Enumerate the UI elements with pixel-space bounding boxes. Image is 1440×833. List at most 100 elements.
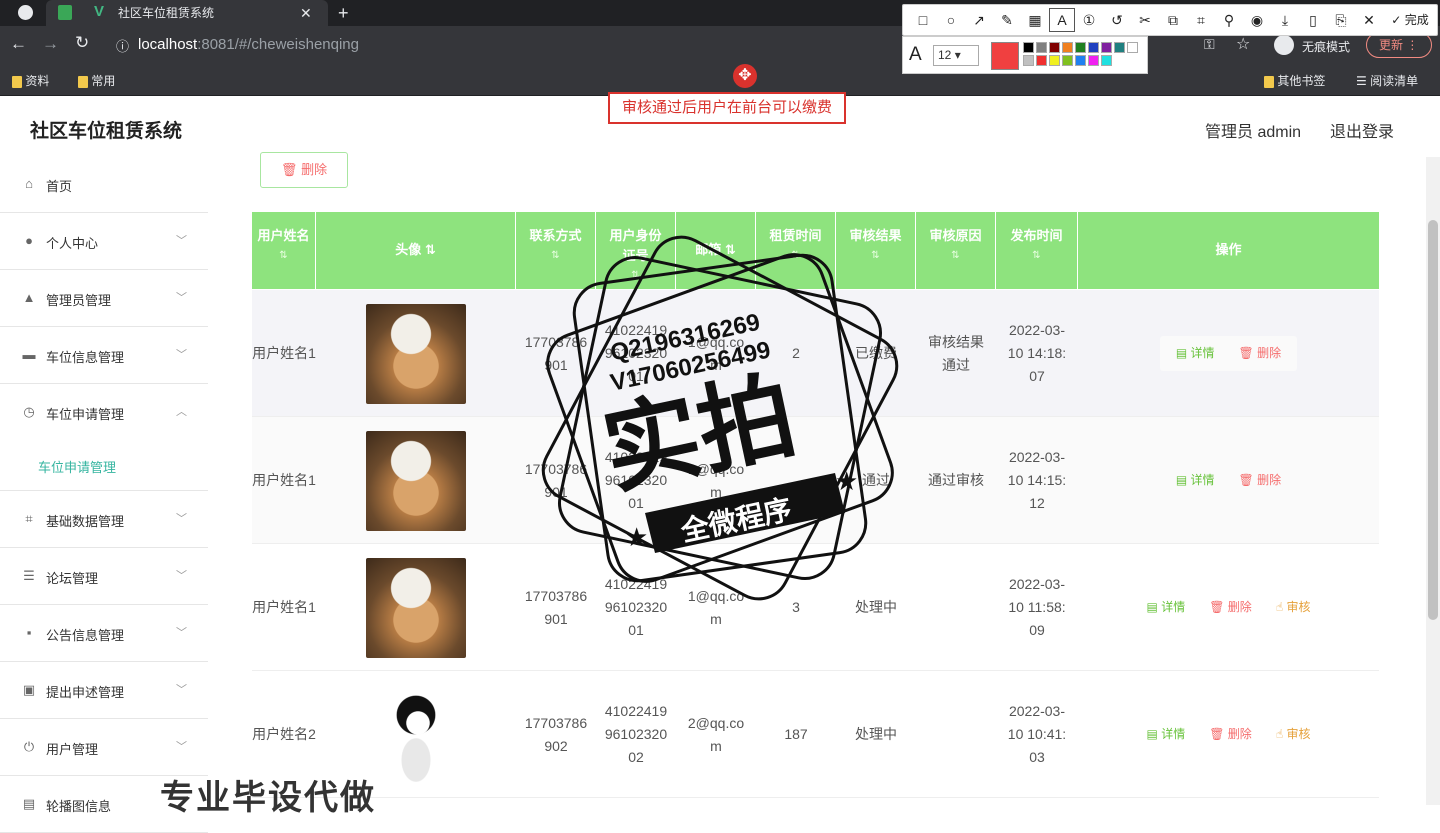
color-swatch[interactable] <box>1101 55 1112 66</box>
col-header[interactable]: 审核原因 ⇅ <box>916 212 996 289</box>
audit-button[interactable]: ☝ 审核 <box>1276 723 1311 746</box>
undo-icon[interactable]: ↺ <box>1103 5 1131 35</box>
cell-text: 通过审核 <box>928 472 984 488</box>
color-swatch[interactable] <box>1075 42 1086 53</box>
text-tool-icon[interactable]: A <box>1049 8 1075 32</box>
sort-icon[interactable]: ⇅ <box>252 246 315 266</box>
color-swatch[interactable] <box>1023 55 1034 66</box>
sort-icon[interactable]: ⇅ <box>916 246 995 266</box>
sidebar-item-profile[interactable]: ● 个人中心 ﹀ <box>0 214 208 270</box>
pin-icon[interactable]: ⚲ <box>1215 5 1243 35</box>
col-header[interactable]: 用户姓名 ⇅ <box>252 212 316 289</box>
sidebar-item-home[interactable]: ⌂ 首页 <box>0 157 208 213</box>
delete-button[interactable]: 🗑 删除 <box>1239 469 1282 492</box>
text-style-panel: A 12 ▾ <box>902 36 1148 74</box>
audit-button[interactable]: ☝ 审核 <box>1276 596 1311 619</box>
col-header[interactable]: 发布时间 ⇅ <box>996 212 1078 289</box>
move-handle-icon[interactable]: ✥ <box>733 64 757 88</box>
delete-button[interactable]: 🗑 删除 <box>1239 342 1282 365</box>
bookmark-folder-2[interactable]: 常用 <box>78 72 115 89</box>
sidebar-item-appeals[interactable]: ▣ 提出申述管理 ﹀ <box>0 663 208 719</box>
delete-button[interactable]: 🗑 删除 <box>1209 596 1252 619</box>
current-color-swatch[interactable] <box>991 42 1019 70</box>
sidebar-item-label: 提出申述管理 <box>46 685 125 700</box>
scrollbar-thumb[interactable] <box>1428 220 1438 620</box>
callout-note[interactable]: 审核通过后用户在前台可以缴费 <box>608 92 846 124</box>
sidebar-item-forum[interactable]: ☰ 论坛管理 ﹀ <box>0 549 208 605</box>
new-tab-icon[interactable]: + <box>338 0 349 26</box>
forward-icon[interactable]: → <box>42 34 59 54</box>
star-icon[interactable]: ☆ <box>1236 34 1250 54</box>
close-tab-icon[interactable]: ✕ <box>300 0 312 26</box>
sort-icon[interactable]: ⇅ <box>425 242 436 257</box>
close-icon[interactable]: ✕ <box>1355 5 1383 35</box>
cell-ops: ▤ 详情 🗑 删除 <box>1078 290 1379 417</box>
color-swatch[interactable] <box>1062 42 1073 53</box>
globe-icon[interactable] <box>18 5 33 20</box>
cell-time: 2022-03-10 14:18:07 <box>996 290 1078 417</box>
color-swatch[interactable] <box>1036 55 1047 66</box>
done-button[interactable]: ✓ 完成 <box>1383 5 1437 35</box>
cell-text: 2022-03-10 14:18:07 <box>1007 322 1067 384</box>
color-swatch[interactable] <box>1088 42 1099 53</box>
color-swatch[interactable] <box>1088 55 1099 66</box>
back-icon[interactable]: ← <box>10 34 27 54</box>
color-swatch[interactable] <box>1036 42 1047 53</box>
sidebar-item-notices[interactable]: ▪ 公告信息管理 ﹀ <box>0 606 208 662</box>
batch-delete-button[interactable]: 🗑 删除 <box>260 152 348 188</box>
color-swatch[interactable] <box>1114 42 1125 53</box>
sidebar-item-applications[interactable]: ◷ 车位申请管理 ︿ <box>0 385 208 441</box>
url-field[interactable]: localhost:8081/#/cheweishenqing <box>138 36 359 53</box>
browser-tab[interactable]: V 社区车位租赁系统 ✕ <box>46 0 328 26</box>
reading-list[interactable]: ☰ 阅读清单 <box>1356 72 1418 89</box>
col-header[interactable]: 头像 ⇅ <box>316 212 516 289</box>
incognito-label: 无痕模式 <box>1302 40 1351 54</box>
avatar <box>366 557 466 658</box>
other-bookmarks[interactable]: 其他书签 <box>1264 72 1325 89</box>
color-swatch[interactable] <box>1127 42 1138 53</box>
sidebar-item-parking[interactable]: ▬ 车位信息管理 ﹀ <box>0 328 208 384</box>
font-size-select[interactable]: 12 ▾ <box>933 45 979 66</box>
color-swatch[interactable] <box>1062 55 1073 66</box>
record-icon[interactable]: ◉ <box>1243 5 1271 35</box>
reload-icon[interactable]: ↻ <box>75 33 89 53</box>
phone-icon[interactable]: ▯ <box>1299 5 1327 35</box>
number-tool-icon[interactable]: ① <box>1075 5 1103 35</box>
bottom-watermark: 专业毕设代做 <box>160 779 376 817</box>
detail-button[interactable]: ▤ 详情 <box>1176 469 1215 492</box>
logout-link[interactable]: 退出登录 <box>1330 118 1394 142</box>
cell-text: 2@qq.com <box>687 714 745 754</box>
color-swatch[interactable] <box>1101 42 1112 53</box>
color-swatch[interactable] <box>1049 42 1060 53</box>
color-swatch[interactable] <box>1075 55 1086 66</box>
cell-email: 2@qq.com <box>676 671 756 798</box>
rectangle-tool-icon[interactable]: □ <box>909 5 937 35</box>
detail-button[interactable]: ▤ 详情 <box>1176 342 1215 365</box>
color-swatch[interactable] <box>1023 42 1034 53</box>
cut-icon[interactable]: ✂ <box>1131 5 1159 35</box>
bookmark-folder-1[interactable]: 资料 <box>12 72 49 89</box>
sidebar-item-basic-data[interactable]: ⌗ 基础数据管理 ﹀ <box>0 492 208 548</box>
sidebar-item-users[interactable]: ⏻ 用户管理 ﹀ <box>0 720 208 776</box>
sidebar-item-admins[interactable]: ▲ 管理员管理 ﹀ <box>0 271 208 327</box>
folder-icon <box>78 75 88 88</box>
color-swatch[interactable] <box>1049 55 1060 66</box>
bookmark-icon[interactable]: ⎘ <box>1327 5 1355 35</box>
ellipse-tool-icon[interactable]: ○ <box>937 5 965 35</box>
mosaic-tool-icon[interactable]: ▦ <box>1021 5 1049 35</box>
cell-text: 2022-03-10 11:58:09 <box>1008 576 1066 638</box>
key-icon[interactable]: ⚿ <box>1204 36 1215 53</box>
sort-icon[interactable]: ⇅ <box>996 246 1077 266</box>
download-icon[interactable]: ⤓ <box>1271 5 1299 35</box>
detail-button[interactable]: ▤ 详情 <box>1147 596 1186 619</box>
tab-title: 社区车位租赁系统 <box>118 6 215 20</box>
chevron-down-icon: ﹀ <box>176 570 187 582</box>
copy-icon[interactable]: ⧉ <box>1159 5 1187 35</box>
sidebar-subitem-applications[interactable]: 车位申请管理 <box>0 441 208 491</box>
scan-icon[interactable]: ⌗ <box>1187 5 1215 35</box>
detail-button[interactable]: ▤ 详情 <box>1147 723 1186 746</box>
delete-button[interactable]: 🗑 删除 <box>1209 723 1252 746</box>
info-icon[interactable]: ⓘ <box>116 36 129 55</box>
arrow-tool-icon[interactable]: ↗ <box>965 5 993 35</box>
pen-tool-icon[interactable]: ✎ <box>993 5 1021 35</box>
